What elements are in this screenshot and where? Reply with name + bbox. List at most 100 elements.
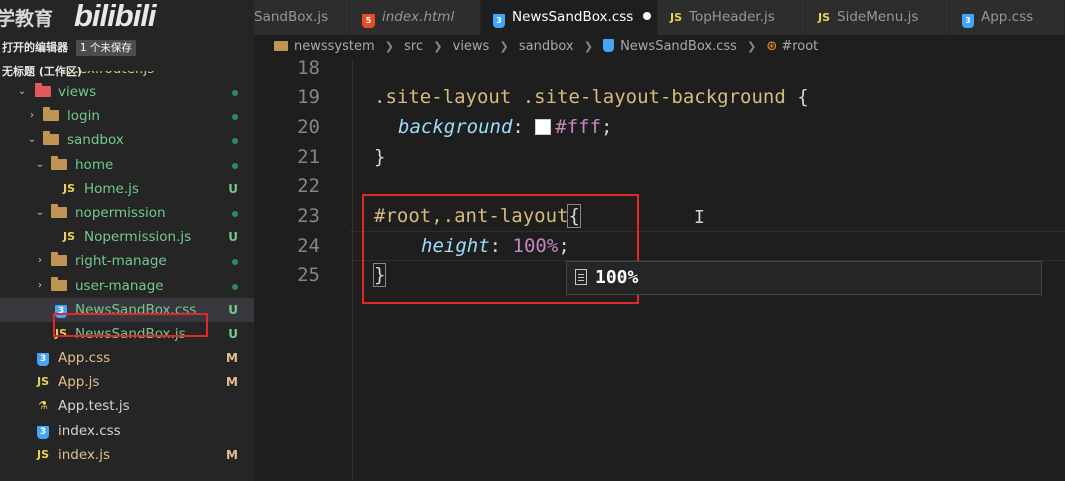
css-selector: .site-layout .site-layout-background	[374, 86, 786, 108]
css3-icon	[603, 39, 615, 52]
suggest-widget[interactable]: 100%	[566, 261, 1042, 295]
tree-item-login[interactable]: › login	[0, 104, 254, 128]
status-modified: M	[226, 351, 238, 366]
css3-icon: 3	[493, 14, 505, 28]
tab-label: App.css	[981, 9, 1034, 25]
indent-guide	[352, 59, 353, 479]
html5-icon: 5	[362, 14, 375, 28]
js-file-icon: JS	[818, 11, 831, 24]
folder-icon	[42, 104, 60, 130]
status-untracked: U	[228, 302, 238, 317]
red-annotation-box	[53, 313, 208, 337]
folder-icon	[50, 274, 68, 300]
tab-label: NewsSandBox.css	[512, 9, 634, 25]
tree-item-label: App.test.js	[58, 398, 130, 415]
tree-item-label: sandbox	[67, 132, 124, 149]
status-dot	[232, 249, 238, 273]
tree-item-label: App.js	[58, 374, 100, 391]
tree-item-label: home	[75, 156, 114, 173]
tab-sidemenu-js[interactable]: JS SideMenu.js	[806, 0, 950, 35]
code-line-21: }	[374, 142, 385, 172]
color-swatch[interactable]	[535, 119, 552, 135]
chevron-down-icon: ⌄	[35, 206, 45, 218]
symbol-icon: ⊛	[766, 39, 778, 54]
breadcrumb-item[interactable]: src	[404, 39, 423, 54]
status-dot	[232, 201, 238, 225]
tree-item-home-js[interactable]: JS Home.js U	[0, 177, 254, 201]
tab-label: SandBox.js	[254, 9, 329, 25]
video-watermark: 学教育 bilibili	[0, 0, 254, 36]
open-editors-header[interactable]: 打开的编辑器 1 个未保存	[0, 38, 254, 58]
status-dot	[232, 80, 238, 104]
tree-item-index-router[interactable]: index.router.js	[0, 71, 254, 80]
tree-item-label: login	[67, 108, 100, 125]
status-untracked: U	[228, 230, 238, 245]
chevron-down-icon: ⌄	[35, 158, 45, 170]
line-number: 22	[297, 175, 320, 197]
status-dot	[232, 153, 238, 177]
tab-label: TopHeader.js	[689, 9, 775, 25]
tree-item-app-test-js[interactable]: ⚗ App.test.js	[0, 394, 254, 418]
line-number: 25	[297, 264, 320, 286]
code-line-19: .site-layout .site-layout-background {	[374, 82, 809, 112]
tab-label: SideMenu.js	[837, 9, 919, 25]
js-file-icon: JS	[62, 181, 75, 195]
tree-item-sandbox[interactable]: ⌄ sandbox	[0, 128, 254, 152]
tab-newssandbox-css[interactable]: 3 NewsSandBox.css	[481, 0, 658, 35]
explorer-sidebar: 学教育 bilibili 打开的编辑器 1 个未保存 无标题 (工作区) ind…	[0, 0, 254, 481]
tree-item-index-css[interactable]: 3 index.css	[0, 419, 254, 443]
punctuation: }	[374, 146, 386, 168]
line-number: 18	[297, 57, 320, 79]
css3-icon: 3	[962, 14, 974, 28]
breadcrumb-item[interactable]: newssystem	[294, 39, 375, 54]
tree-item-label: right-manage	[75, 253, 167, 270]
status-dot	[232, 104, 238, 128]
tree-item-app-css[interactable]: 3 App.css M	[0, 346, 254, 370]
tab-app-css[interactable]: 3 App.css	[950, 0, 1065, 35]
tree-item-views[interactable]: ⌄ views	[0, 80, 254, 104]
breadcrumb-item[interactable]: NewsSandBox.css	[620, 39, 737, 54]
tree-item-app-js[interactable]: JS App.js M	[0, 370, 254, 394]
tree-item-index-js[interactable]: JS index.js M	[0, 443, 254, 467]
css-file-icon: 3	[34, 419, 52, 443]
folder-icon	[274, 41, 288, 51]
js-file-icon: JS	[670, 11, 683, 24]
suggestion-item[interactable]: 100%	[569, 264, 638, 292]
file-tree: index.router.js ⌄ views › login ⌄ sandbo…	[0, 71, 254, 467]
tree-item-nopermission-js[interactable]: JS Nopermission.js U	[0, 225, 254, 249]
tree-item-label: Nopermission.js	[84, 229, 192, 246]
folder-open-icon	[42, 128, 60, 154]
css-file-icon: 3	[34, 346, 52, 370]
tree-item-user-manage[interactable]: › user-manage	[0, 274, 254, 298]
folder-open-icon	[50, 153, 68, 179]
chevron-right-icon: ›	[38, 279, 42, 291]
bilibili-logo: bilibili	[74, 0, 157, 33]
tab-topheader-js[interactable]: JS TopHeader.js	[658, 0, 806, 35]
chevron-right-icon: ❯	[747, 40, 757, 53]
tree-item-home[interactable]: ⌄ home	[0, 153, 254, 177]
unsaved-dot-icon[interactable]	[643, 12, 652, 20]
punctuation: {	[785, 86, 809, 108]
tree-item-label: index.js	[58, 446, 111, 463]
tab-sandbox-js[interactable]: SandBox.js	[254, 0, 350, 35]
suggestion-label: 100%	[595, 267, 639, 288]
line-number: 20	[297, 116, 320, 138]
breadcrumb-item[interactable]: #root	[781, 39, 818, 54]
text-cursor-icon: I	[694, 207, 705, 228]
folder-icon	[50, 249, 68, 275]
code-editor[interactable]: 18 19 20 21 22 23 24 25 .site-layout .si…	[254, 57, 1065, 481]
js-file-icon: JS	[62, 230, 75, 244]
tree-item-nopermission[interactable]: ⌄ nopermission	[0, 201, 254, 225]
breadcrumb-item[interactable]: views	[453, 39, 490, 54]
tree-item-right-manage[interactable]: › right-manage	[0, 249, 254, 273]
breadcrumb-item[interactable]: sandbox	[519, 39, 574, 54]
tree-item-label: user-manage	[75, 277, 164, 294]
line-number: 21	[297, 146, 320, 168]
open-editors-label: 打开的编辑器	[2, 41, 68, 54]
status-modified: M	[226, 375, 238, 390]
tab-index-html[interactable]: 5 index.html	[350, 0, 481, 35]
test-file-icon: ⚗	[38, 399, 48, 413]
status-untracked: U	[228, 181, 238, 196]
line-number: 24	[297, 235, 320, 257]
punctuation: :	[512, 116, 536, 138]
